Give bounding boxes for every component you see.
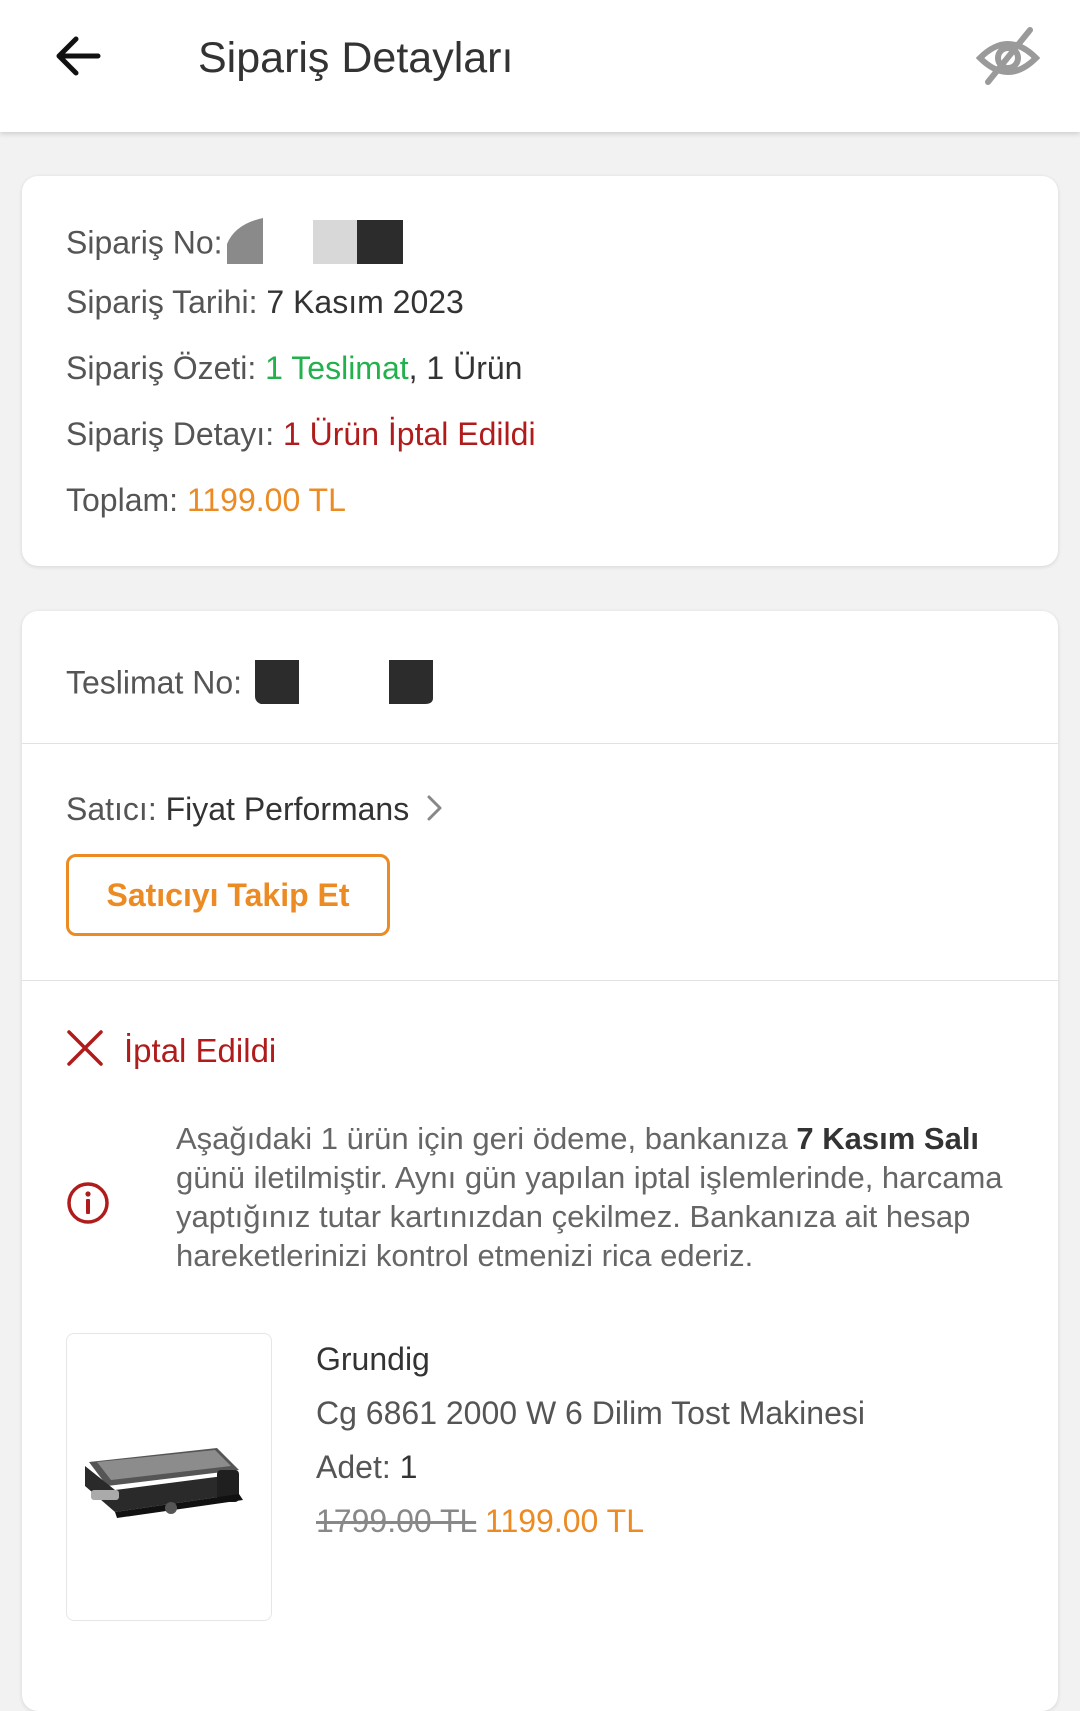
order-no-label: Sipariş No: xyxy=(66,224,223,261)
product-old-price: 1799.00 TL xyxy=(316,1503,477,1539)
app-header: Sipariş Detayları xyxy=(0,0,1080,132)
follow-seller-button[interactable]: Satıcıyı Takip Et xyxy=(66,854,390,936)
order-summary-card: Sipariş No: Sipariş Tarihi: 7 Kasım 2023… xyxy=(22,176,1058,566)
toaster-grill-icon xyxy=(85,1448,243,1518)
redacted-order-no xyxy=(223,218,403,272)
order-summary-row: Sipariş Özeti: 1 Teslimat, 1 Ürün xyxy=(66,350,523,386)
info-icon xyxy=(66,1181,110,1230)
redacted-delivery-no xyxy=(251,658,441,712)
product-price: 1199.00 TL xyxy=(485,1503,644,1539)
product-image[interactable] xyxy=(66,1333,272,1621)
back-arrow-icon[interactable] xyxy=(50,28,106,84)
item-count: , 1 Ürün xyxy=(408,350,523,386)
order-detail-status: 1 Ürün İptal Edildi xyxy=(282,416,536,452)
divider xyxy=(22,743,1058,744)
delivery-card: Teslimat No: Satıcı: Fiyat Performans Sa… xyxy=(22,611,1058,1711)
product-quantity-row: Adet: 1 xyxy=(316,1449,418,1485)
delivery-no-row: Teslimat No: xyxy=(66,658,441,712)
product-quantity: 1 xyxy=(399,1449,418,1485)
close-x-icon xyxy=(66,1029,104,1072)
page-title: Sipariş Detayları xyxy=(198,34,514,82)
product-brand: Grundig xyxy=(316,1341,430,1377)
divider xyxy=(22,980,1058,981)
seller-link[interactable]: Satıcı: Fiyat Performans xyxy=(66,791,444,830)
product-name: Cg 6861 2000 W 6 Dilim Tost Makinesi xyxy=(316,1395,865,1431)
eye-off-icon[interactable] xyxy=(975,24,1041,88)
order-date-row: Sipariş Tarihi: 7 Kasım 2023 xyxy=(66,284,464,320)
delivery-count: 1 Teslimat xyxy=(265,350,409,386)
cancel-status: İptal Edildi xyxy=(124,1031,277,1069)
seller-name: Fiyat Performans xyxy=(165,791,410,827)
order-no-row: Sipariş No: xyxy=(66,218,403,272)
cancel-status-row: İptal Edildi xyxy=(66,1029,276,1072)
product-price-row: 1799.00 TL 1199.00 TL xyxy=(316,1503,644,1540)
order-total-row: Toplam: 1199.00 TL xyxy=(66,482,346,518)
order-total: 1199.00 TL xyxy=(186,482,346,518)
chevron-right-icon xyxy=(426,793,444,830)
refund-notice-text: Aşağıdaki 1 ürün için geri ödeme, bankan… xyxy=(176,1121,1003,1273)
order-date: 7 Kasım 2023 xyxy=(266,284,464,320)
order-detail-row: Sipariş Detayı: 1 Ürün İptal Edildi xyxy=(66,416,536,452)
delivery-no-label: Teslimat No: xyxy=(66,664,243,701)
